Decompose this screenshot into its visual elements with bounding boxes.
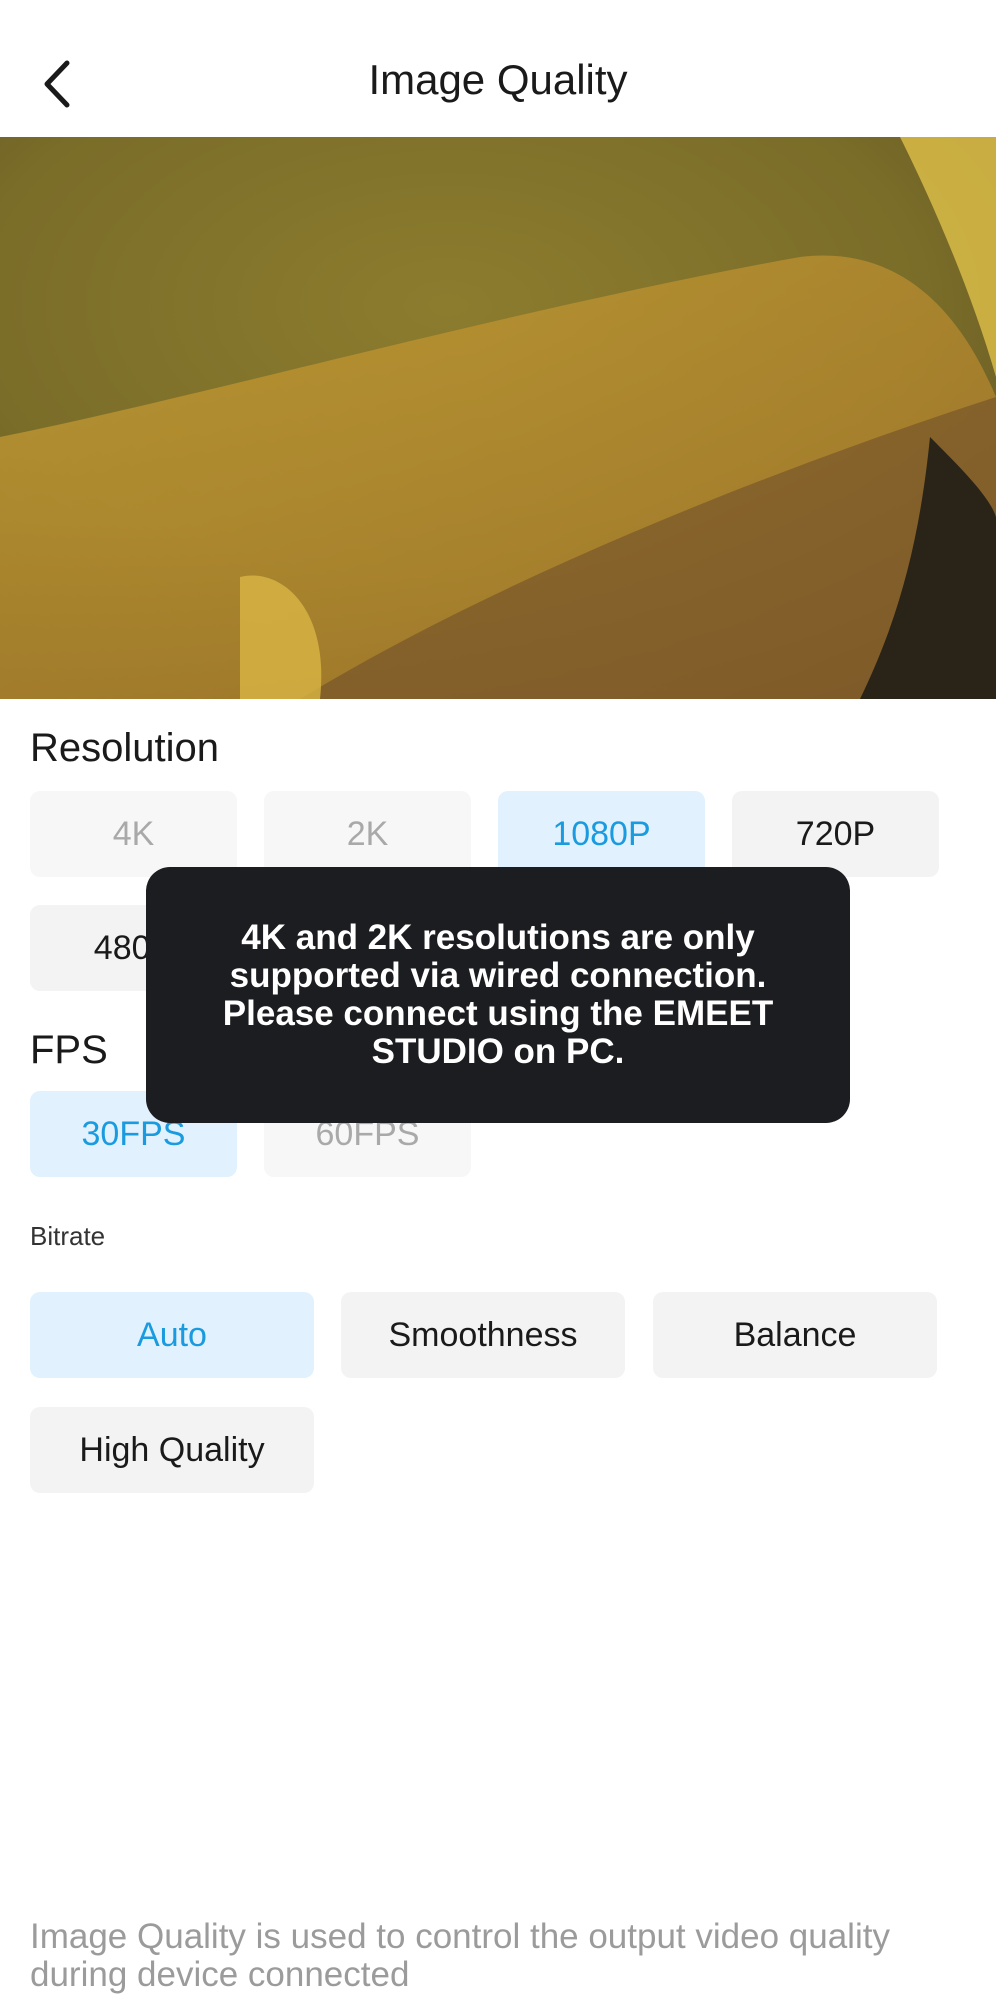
bitrate-high-quality-option[interactable]: High Quality bbox=[30, 1407, 314, 1493]
top-app-bar: Image Quality bbox=[0, 0, 996, 137]
resolution-1080p-option[interactable]: 1080P bbox=[498, 791, 705, 877]
bitrate-balance-option[interactable]: Balance bbox=[653, 1292, 937, 1378]
resolution-title: Resolution bbox=[30, 726, 220, 770]
toast-message: 4K and 2K resolutions are only supported… bbox=[222, 918, 774, 1071]
resolution-4k-option[interactable]: 4K bbox=[30, 791, 237, 877]
bitrate-smoothness-option[interactable]: Smoothness bbox=[341, 1292, 625, 1378]
page-title: Image Quality bbox=[368, 56, 628, 103]
camera-preview bbox=[0, 137, 996, 699]
bitrate-title: Bitrate bbox=[30, 1221, 106, 1251]
footer-note: Image Quality is used to control the out… bbox=[30, 1917, 890, 1994]
resolution-720p-option[interactable]: 720P bbox=[732, 791, 939, 877]
bitrate-auto-option[interactable]: Auto bbox=[30, 1292, 314, 1378]
resolution-2k-option[interactable]: 2K bbox=[264, 791, 471, 877]
wired-connection-toast: 4K and 2K resolutions are only supported… bbox=[146, 867, 850, 1123]
fps-title: FPS bbox=[30, 1028, 108, 1072]
